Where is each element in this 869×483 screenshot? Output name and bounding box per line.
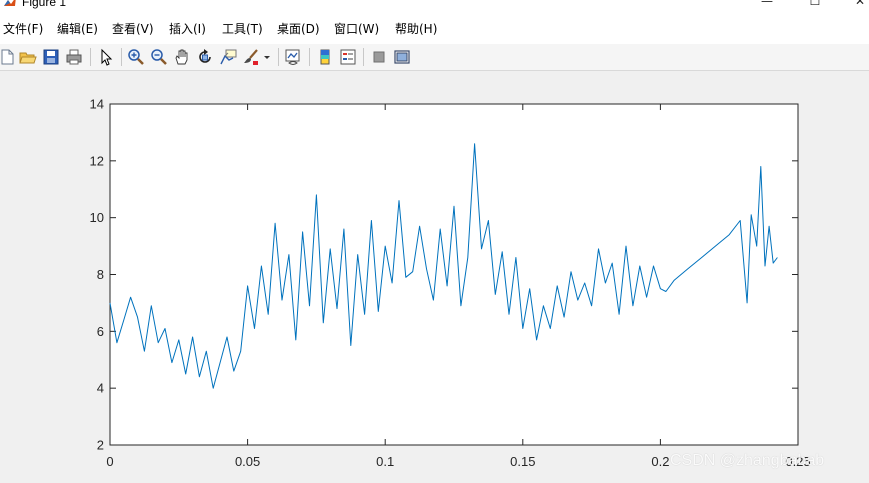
toolbar-separator [363,48,364,66]
close-button[interactable]: ✕ [845,0,869,12]
save-icon[interactable] [42,48,60,66]
y-tick-label: 10 [90,210,104,225]
show-plot-tools-icon[interactable] [393,48,411,66]
x-tick-label: 0 [106,454,113,469]
menu-window[interactable]: 窗口(W) [334,22,379,36]
zoom-out-icon[interactable] [150,48,168,66]
y-tick-label: 14 [90,97,104,112]
x-tick-label: 0.2 [651,454,669,469]
title-bar: Figure 1 — ☐ ✕ [0,0,869,14]
menu-help[interactable]: 帮助(H) [395,22,437,36]
menu-edit[interactable]: 编辑(E) [57,22,98,36]
menu-file[interactable]: 文件(F) [3,22,43,36]
y-tick-label: 4 [97,381,104,396]
new-figure-icon[interactable] [0,48,16,66]
figure-toolbar [0,44,869,71]
x-tick-label: 0.15 [510,454,535,469]
watermark: CSDN @zhangbabab [670,452,825,469]
pan-icon[interactable] [173,48,191,66]
toolbar-separator [278,48,279,66]
hide-plot-tools-icon[interactable] [370,48,388,66]
toolbar-separator [121,48,122,66]
menu-bar: 文件(F) 编辑(E) 查看(V) 插入(I) 工具(T) 桌面(D) 窗口(W… [0,14,869,44]
menu-insert[interactable]: 插入(I) [169,22,206,36]
figure-canvas: 0 0.05 0.1 0.15 0.2 0.25 2 4 6 8 10 12 14 [0,71,869,483]
print-icon[interactable] [65,48,83,66]
matlab-icon [4,0,16,6]
y-tick-label: 8 [97,267,104,282]
x-tick-label: 0.1 [376,454,394,469]
window-title: Figure 1 [22,0,67,9]
axes-box [109,103,799,446]
zoom-in-icon[interactable] [127,48,145,66]
brush-icon[interactable] [242,48,260,66]
y-tick-label: 2 [97,438,104,453]
menu-desktop[interactable]: 桌面(D) [277,22,320,36]
line-plot[interactable]: 0 0.05 0.1 0.15 0.2 0.252468101214 [0,71,869,483]
link-plot-icon[interactable] [284,48,302,66]
rotate-3d-icon[interactable] [196,48,214,66]
minimize-button[interactable]: — [752,0,782,12]
y-tick-label: 12 [90,153,104,168]
open-file-icon[interactable] [19,48,37,66]
menu-view[interactable]: 查看(V) [112,22,154,36]
colorbar-icon[interactable] [316,48,334,66]
maximize-button[interactable]: ☐ [800,0,830,12]
chevron-down-icon[interactable] [262,48,272,66]
toolbar-separator [90,48,91,66]
x-tick-label: 0.05 [235,454,260,469]
legend-icon[interactable] [339,48,357,66]
pointer-icon[interactable] [97,48,115,66]
data-cursor-icon[interactable] [219,48,237,66]
menu-tools[interactable]: 工具(T) [222,22,263,36]
toolbar-separator [309,48,310,66]
y-tick-label: 6 [97,324,104,339]
